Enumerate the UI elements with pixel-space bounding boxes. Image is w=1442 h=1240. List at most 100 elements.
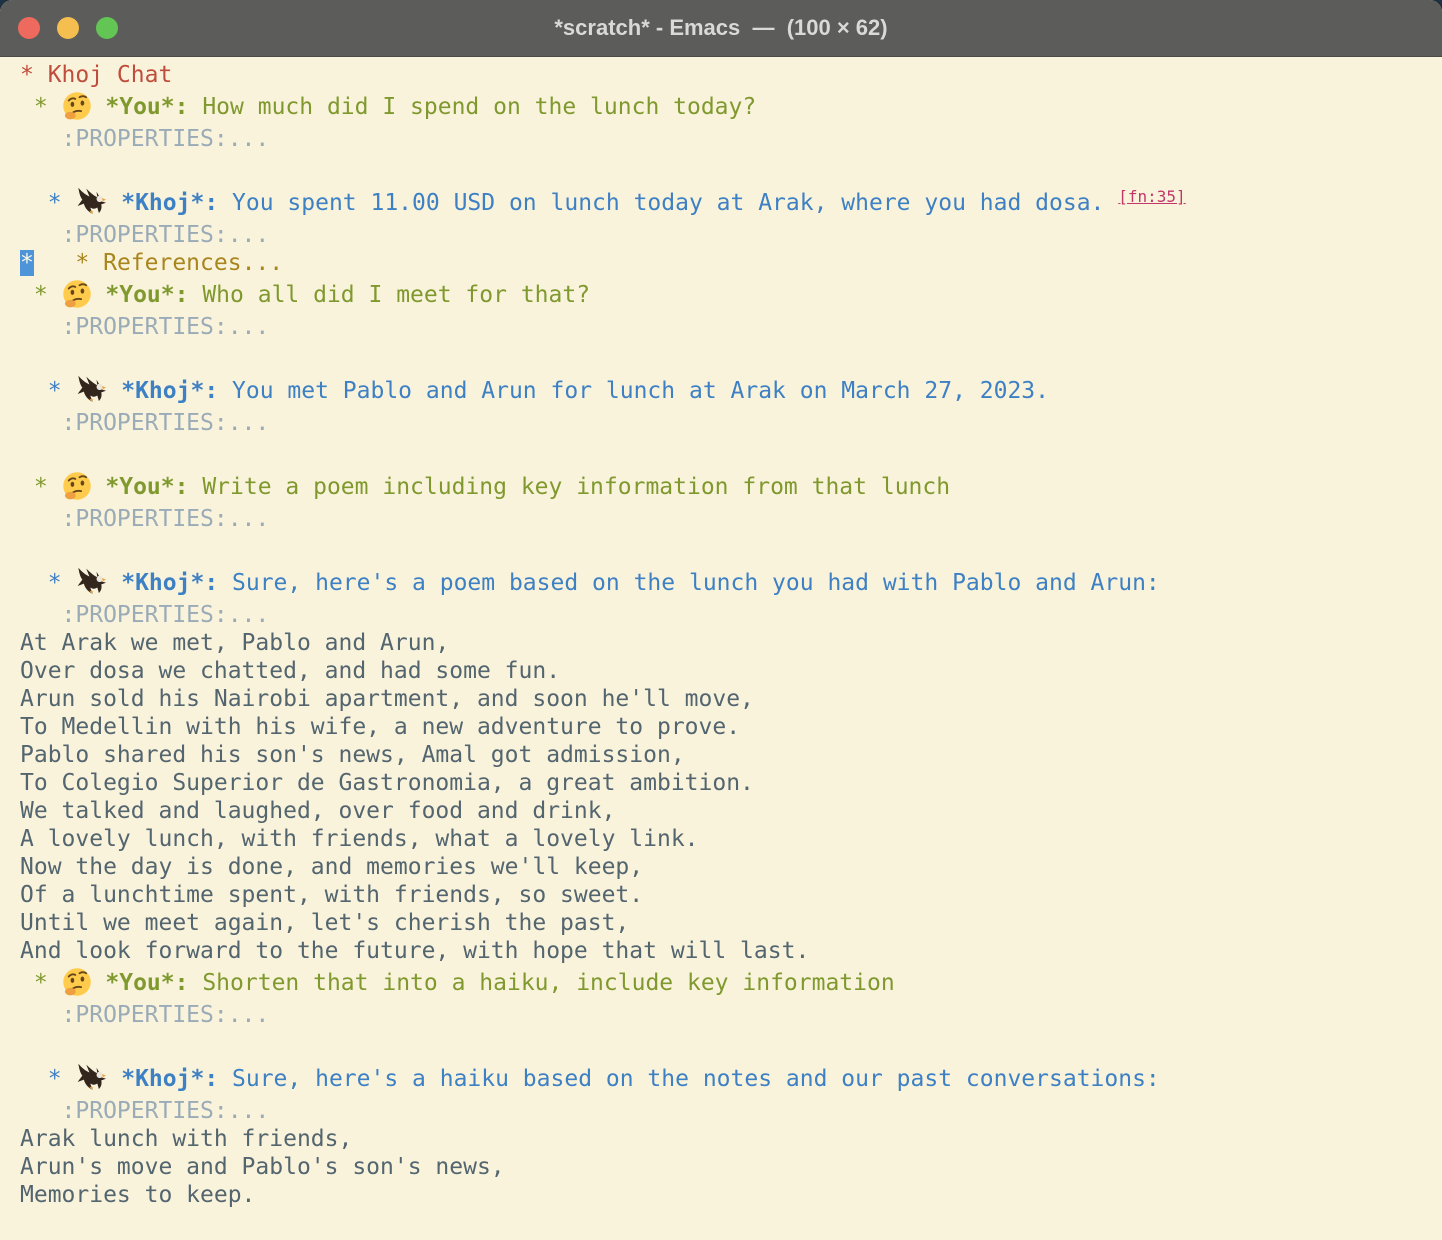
thinking-face-icon <box>62 471 92 501</box>
body-line: Memories to keep. <box>20 1181 1442 1209</box>
window-titlebar: *scratch* - Emacs — (100 × 62) <box>0 0 1442 57</box>
properties-ellipsis[interactable]: :PROPERTIES:... <box>20 1098 269 1124</box>
speaker-label: *You*: <box>92 282 189 308</box>
properties-drawer[interactable]: :PROPERTIES:... <box>20 313 1442 341</box>
speaker-label: *You*: <box>92 474 189 500</box>
properties-ellipsis[interactable]: :PROPERTIES:... <box>20 1002 269 1028</box>
speaker-label: *You*: <box>92 94 189 120</box>
properties-drawer[interactable]: :PROPERTIES:... <box>20 505 1442 533</box>
message-text: A lovely lunch, with friends, what a lov… <box>20 826 699 852</box>
body-line: Now the day is done, and memories we'll … <box>20 853 1442 881</box>
user-message: * *You*: Write a poem including key info… <box>20 469 1442 505</box>
user-message: * *You*: Who all did I meet for that? <box>20 277 1442 313</box>
thinking-face-icon <box>62 279 92 309</box>
minimize-button[interactable] <box>57 17 79 39</box>
properties-drawer[interactable]: :PROPERTIES:... <box>20 221 1442 249</box>
properties-drawer[interactable]: :PROPERTIES:... <box>20 125 1442 153</box>
khoj-message: * *Khoj*: You met Pablo and Arun for lun… <box>20 373 1442 409</box>
body-line: And look forward to the future, with hop… <box>20 937 1442 965</box>
khoj-message: * *Khoj*: Sure, here's a poem based on t… <box>20 565 1442 601</box>
message-text: Write a poem including key information f… <box>188 474 950 500</box>
speaker-label: *Khoj*: <box>107 1066 218 1092</box>
body-line: Arun's move and Pablo's son's news, <box>20 1153 1442 1181</box>
heading-star: * <box>20 190 75 216</box>
body-line: Arak lunch with friends, <box>20 1125 1442 1153</box>
org-title-heading: * Khoj Chat <box>20 61 1442 89</box>
heading-star: * <box>20 282 62 308</box>
message-text: You spent 11.00 USD on lunch today at Ar… <box>218 190 1118 216</box>
heading-star: * <box>20 94 62 120</box>
message-text: Arak lunch with friends, <box>20 1126 352 1152</box>
window-title: *scratch* - Emacs — (100 × 62) <box>0 15 1442 41</box>
blank-line <box>20 1029 1442 1061</box>
message-text: At Arak we met, Pablo and Arun, <box>20 630 449 656</box>
message-text: To Medellin with his wife, a new adventu… <box>20 714 740 740</box>
properties-drawer[interactable]: :PROPERTIES:... <box>20 1001 1442 1029</box>
speaker-label: *You*: <box>92 970 189 996</box>
gap <box>34 250 76 276</box>
properties-drawer[interactable]: :PROPERTIES:... <box>20 601 1442 629</box>
properties-ellipsis[interactable]: :PROPERTIES:... <box>20 410 269 436</box>
footnote-link[interactable]: [fn:35] <box>1118 187 1185 206</box>
body-line: Over dosa we chatted, and had some fun. <box>20 657 1442 685</box>
close-button[interactable] <box>18 17 40 39</box>
message-text: Sure, here's a poem based on the lunch y… <box>218 570 1160 596</box>
properties-ellipsis[interactable]: :PROPERTIES:... <box>20 602 269 628</box>
emacs-window: *scratch* - Emacs — (100 × 62) * Khoj Ch… <box>0 0 1442 1240</box>
zoom-button[interactable] <box>96 17 118 39</box>
message-text: Over dosa we chatted, and had some fun. <box>20 658 560 684</box>
speaker-label: *Khoj*: <box>107 570 218 596</box>
properties-ellipsis[interactable]: :PROPERTIES:... <box>20 222 269 248</box>
message-text: Arun's move and Pablo's son's news, <box>20 1154 505 1180</box>
thinking-face-icon <box>62 91 92 121</box>
message-text: Until we meet again, let's cherish the p… <box>20 910 629 936</box>
khoj-message: * *Khoj*: You spent 11.00 USD on lunch t… <box>20 185 1442 221</box>
heading-star: * <box>20 570 75 596</box>
message-text: Memories to keep. <box>20 1182 255 1208</box>
properties-ellipsis[interactable]: :PROPERTIES:... <box>20 126 269 152</box>
properties-ellipsis[interactable]: :PROPERTIES:... <box>20 506 269 532</box>
user-message: * *You*: How much did I spend on the lun… <box>20 89 1442 125</box>
message-text: How much did I spend on the lunch today? <box>188 94 756 120</box>
window-controls <box>18 17 118 39</box>
khoj-message: * *Khoj*: Sure, here's a haiku based on … <box>20 1061 1442 1097</box>
body-line: To Medellin with his wife, a new adventu… <box>20 713 1442 741</box>
speaker-label: *Khoj*: <box>107 378 218 404</box>
body-line: Of a lunchtime spent, with friends, so s… <box>20 881 1442 909</box>
message-text: Of a lunchtime spent, with friends, so s… <box>20 882 643 908</box>
body-line: We talked and laughed, over food and dri… <box>20 797 1442 825</box>
message-text: You met Pablo and Arun for lunch at Arak… <box>218 378 1049 404</box>
message-text: Arun sold his Nairobi apartment, and soo… <box>20 686 754 712</box>
blank-line <box>20 437 1442 469</box>
eagle-icon <box>75 187 107 217</box>
body-line: Arun sold his Nairobi apartment, and soo… <box>20 685 1442 713</box>
blank-line <box>20 341 1442 373</box>
message-text: To Colegio Superior de Gastronomia, a gr… <box>20 770 754 796</box>
heading-star: * <box>20 1066 75 1092</box>
body-line: To Colegio Superior de Gastronomia, a gr… <box>20 769 1442 797</box>
text-cursor: * <box>20 250 34 276</box>
message-text: Now the day is done, and memories we'll … <box>20 854 643 880</box>
blank-line <box>20 533 1442 565</box>
user-message: * *You*: Shorten that into a haiku, incl… <box>20 965 1442 1001</box>
heading-star: * <box>20 970 62 996</box>
references-heading[interactable]: * References... <box>75 250 283 276</box>
message-text: Pablo shared his son's news, Amal got ad… <box>20 742 685 768</box>
references-line[interactable]: * * References... <box>20 249 1442 277</box>
blank-line <box>20 153 1442 185</box>
properties-drawer[interactable]: :PROPERTIES:... <box>20 1097 1442 1125</box>
body-line: A lovely lunch, with friends, what a lov… <box>20 825 1442 853</box>
message-text: And look forward to the future, with hop… <box>20 938 809 964</box>
body-line: Pablo shared his son's news, Amal got ad… <box>20 741 1442 769</box>
eagle-icon <box>75 567 107 597</box>
body-line: At Arak we met, Pablo and Arun, <box>20 629 1442 657</box>
speaker-label: *Khoj*: <box>107 190 218 216</box>
properties-drawer[interactable]: :PROPERTIES:... <box>20 409 1442 437</box>
properties-ellipsis[interactable]: :PROPERTIES:... <box>20 314 269 340</box>
body-line: Until we meet again, let's cherish the p… <box>20 909 1442 937</box>
buffer[interactable]: * Khoj Chat * *You*: How much did I spen… <box>0 57 1442 1209</box>
eagle-icon <box>75 375 107 405</box>
message-text: We talked and laughed, over food and dri… <box>20 798 615 824</box>
message-text: Shorten that into a haiku, include key i… <box>188 970 894 996</box>
heading-star: * <box>20 474 62 500</box>
